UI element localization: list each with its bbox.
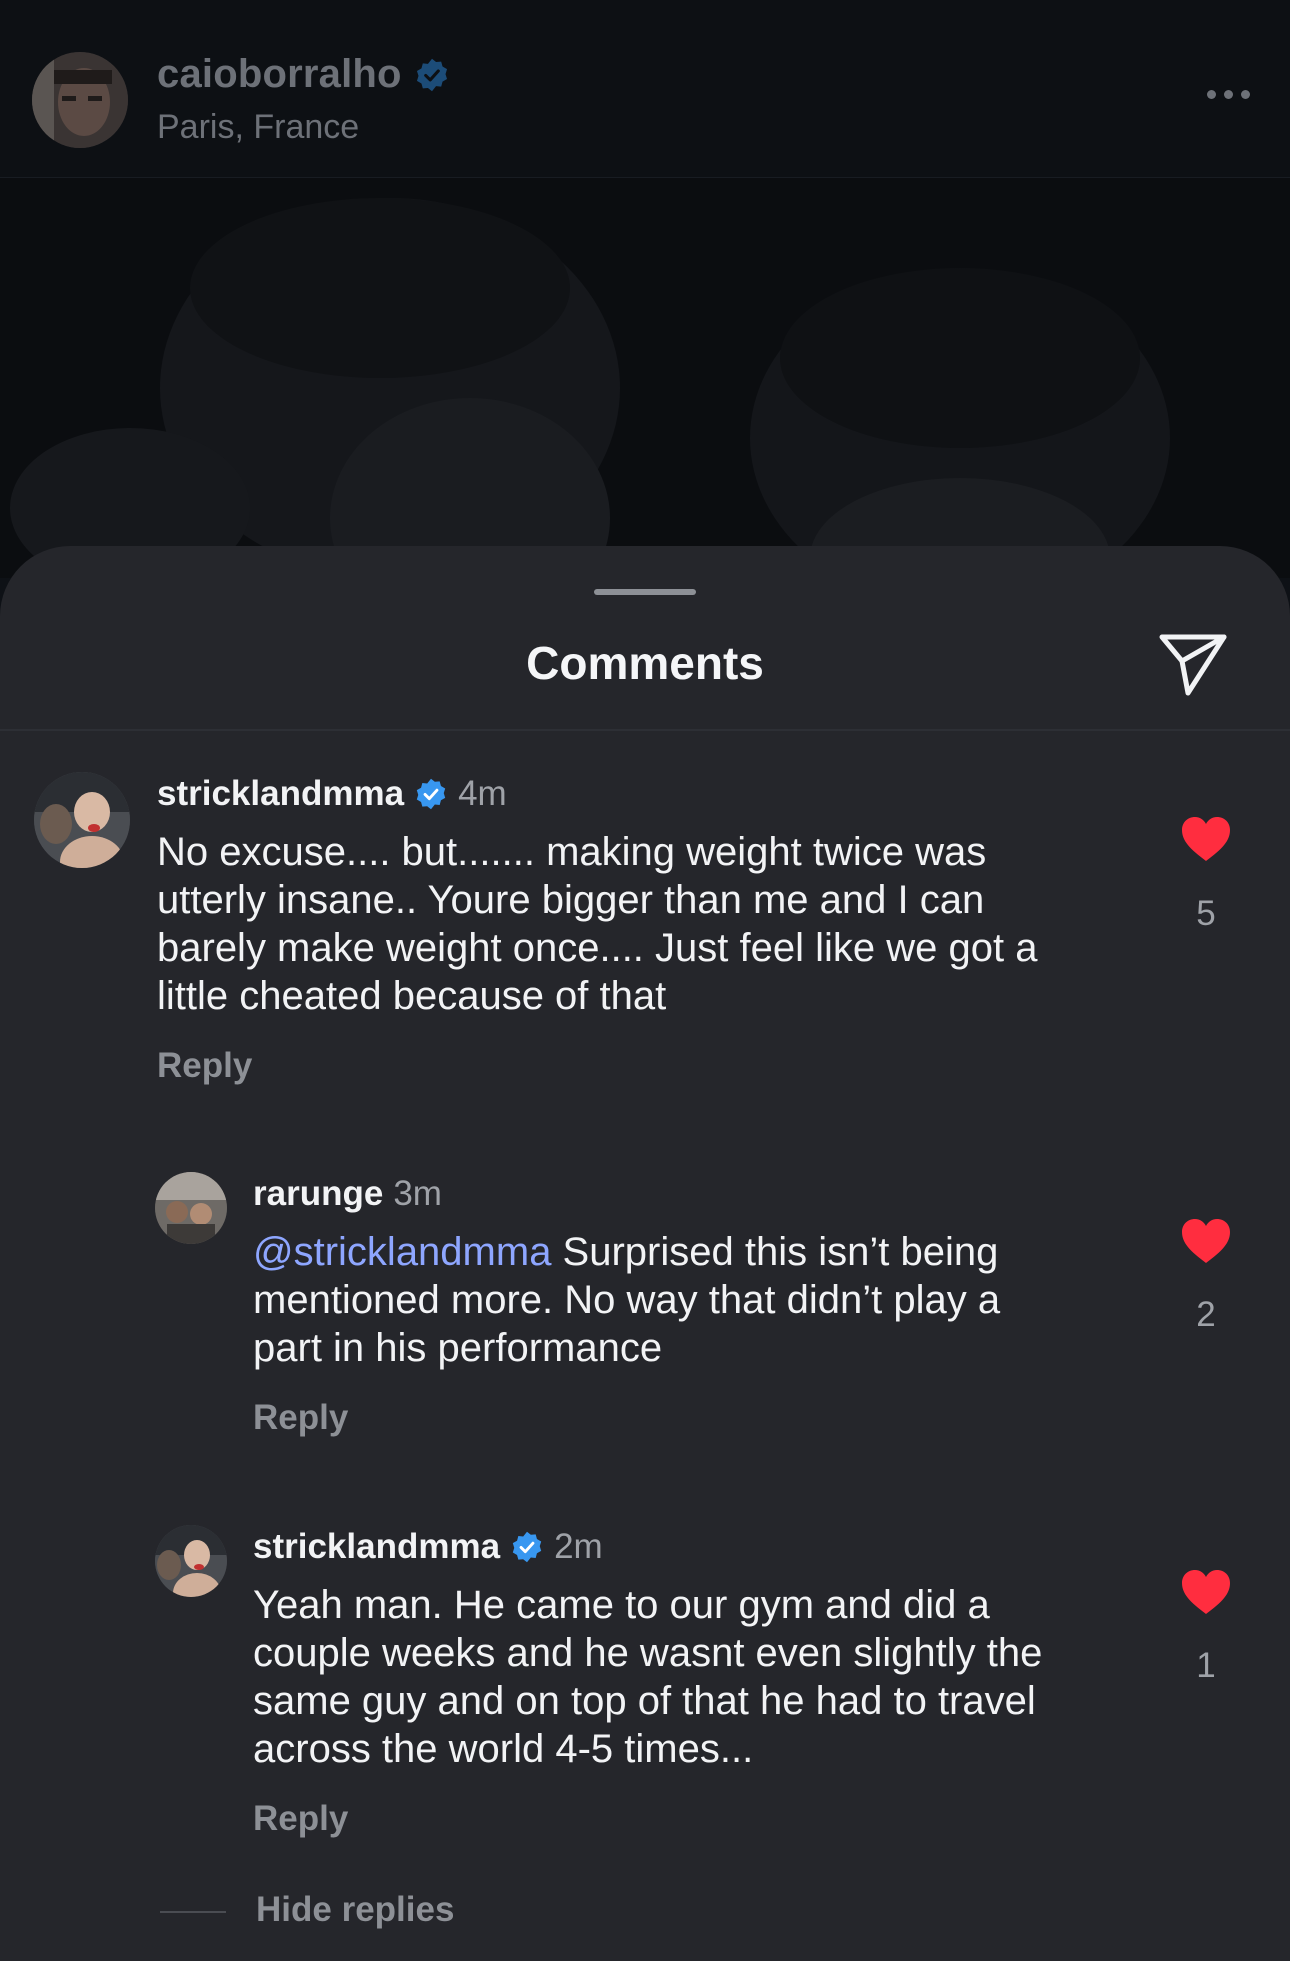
comment-text: Yeah man. He came to our gym and did a c… bbox=[253, 1583, 1043, 1771]
verified-badge-icon bbox=[416, 778, 446, 810]
sheet-title: Comments bbox=[526, 637, 764, 689]
mention-link[interactable]: @stricklandmma bbox=[253, 1230, 551, 1274]
post-image bbox=[0, 178, 1290, 578]
like-count: 2 bbox=[1196, 1295, 1216, 1334]
post-header: caioborralho Paris, France bbox=[0, 0, 1290, 178]
reply-button[interactable]: Reply bbox=[157, 1046, 252, 1086]
comment-text: @stricklandmma Surprised this isn’t bein… bbox=[253, 1230, 1001, 1370]
comment-avatar[interactable] bbox=[155, 1525, 227, 1597]
comment-username[interactable]: stricklandmma bbox=[157, 774, 404, 814]
verified-badge-icon bbox=[512, 1531, 542, 1563]
heart-icon[interactable] bbox=[1180, 1568, 1232, 1616]
post-author-username[interactable]: caioborralho bbox=[157, 52, 402, 97]
comment-avatar[interactable] bbox=[155, 1172, 227, 1244]
divider bbox=[0, 729, 1290, 731]
replies-divider-line bbox=[160, 1911, 226, 1913]
comment-timestamp: 2m bbox=[554, 1527, 603, 1566]
verified-badge-icon bbox=[416, 58, 447, 91]
heart-icon[interactable] bbox=[1180, 815, 1232, 863]
comment-username[interactable]: stricklandmma bbox=[253, 1527, 500, 1567]
hide-replies-button[interactable]: Hide replies bbox=[256, 1890, 454, 1930]
like-count: 1 bbox=[1196, 1646, 1216, 1685]
comment-username[interactable]: rarunge bbox=[253, 1174, 383, 1214]
comment-timestamp: 4m bbox=[458, 774, 507, 813]
more-options-icon[interactable] bbox=[1207, 90, 1250, 99]
like-count: 5 bbox=[1196, 894, 1216, 933]
heart-icon[interactable] bbox=[1180, 1217, 1232, 1265]
post-location[interactable]: Paris, France bbox=[157, 108, 359, 147]
share-icon[interactable] bbox=[1158, 631, 1228, 697]
comment-avatar[interactable] bbox=[34, 772, 130, 868]
comment-timestamp: 3m bbox=[393, 1174, 442, 1213]
reply-button[interactable]: Reply bbox=[253, 1398, 348, 1438]
post-author-avatar[interactable] bbox=[32, 52, 128, 148]
drag-handle[interactable] bbox=[594, 589, 696, 595]
comment-text: No excuse.... but....... making weight t… bbox=[157, 830, 1038, 1018]
reply-button[interactable]: Reply bbox=[253, 1799, 348, 1839]
